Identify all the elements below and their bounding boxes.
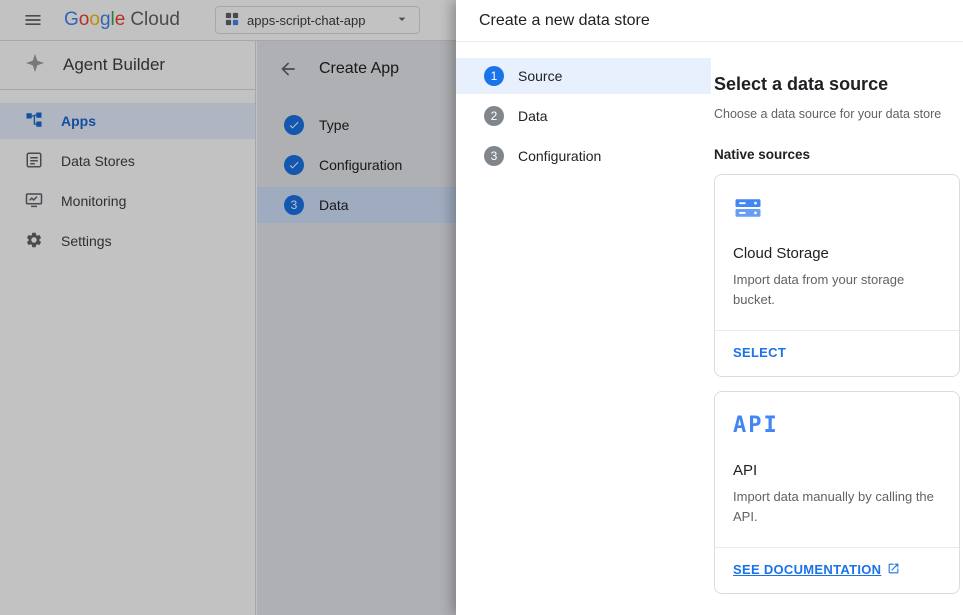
page: Google Cloud apps-script-chat-app (0, 0, 963, 615)
card-description: Import data from your storage bucket. (733, 270, 941, 310)
select-button[interactable]: SELECT (733, 345, 786, 360)
step-label: Configuration (518, 148, 601, 164)
card-api: API API Import data manually by calling … (714, 391, 960, 594)
step-label: Source (518, 68, 562, 84)
dialog-content: Select a data source Choose a data sourc… (714, 74, 960, 594)
card-cloud-storage: Cloud Storage Import data from your stor… (714, 174, 960, 377)
card-body: Cloud Storage Import data from your stor… (715, 175, 959, 330)
step-label: Data (518, 108, 548, 124)
dialog-title: Create a new data store (479, 12, 650, 30)
native-sources-label: Native sources (714, 147, 960, 162)
card-description: Import data manually by calling the API. (733, 487, 941, 527)
card-title: Cloud Storage (733, 245, 941, 262)
card-footer: SEE DOCUMENTATION (715, 547, 959, 593)
create-data-store-dialog: Create a new data store 1 Source 2 Data … (456, 0, 963, 615)
step-number-badge: 1 (484, 66, 504, 86)
step-number-badge: 2 (484, 106, 504, 126)
dialog-step-configuration[interactable]: 3 Configuration (456, 138, 711, 174)
external-link-icon (887, 562, 900, 578)
dialog-step-data[interactable]: 2 Data (456, 98, 711, 134)
dialog-stepper: 1 Source 2 Data 3 Configuration (456, 58, 711, 178)
cloud-storage-icon (733, 193, 941, 223)
api-icon: API (733, 410, 941, 440)
see-documentation-label: SEE DOCUMENTATION (733, 562, 881, 577)
content-subheading: Choose a data source for your data store (714, 107, 960, 121)
content-heading: Select a data source (714, 74, 960, 95)
card-title: API (733, 462, 941, 479)
dialog-header: Create a new data store (456, 0, 963, 42)
modal-scrim[interactable] (0, 0, 456, 615)
card-body: API API Import data manually by calling … (715, 392, 959, 547)
dialog-step-source[interactable]: 1 Source (456, 58, 711, 94)
card-footer: SELECT (715, 330, 959, 376)
step-number-badge: 3 (484, 146, 504, 166)
see-documentation-link[interactable]: SEE DOCUMENTATION (733, 562, 900, 578)
